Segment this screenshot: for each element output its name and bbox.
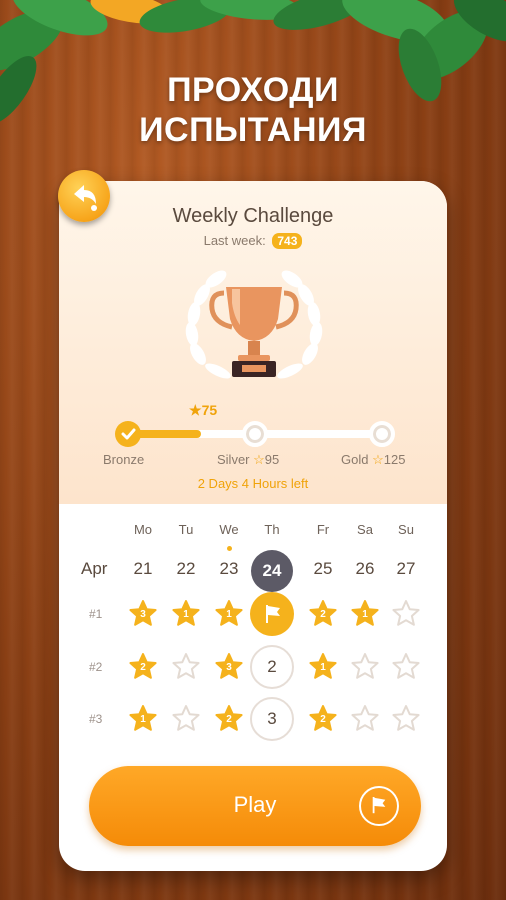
weekday-2: We: [219, 522, 239, 537]
card-header-panel: Weekly Challenge Last week: 743 ★75 Bron…: [59, 181, 447, 504]
star-count: 2: [320, 609, 326, 620]
star-icon-filled[interactable]: 1: [171, 599, 201, 629]
star-icon-filled[interactable]: 1: [308, 652, 338, 682]
star-count: 1: [362, 609, 368, 620]
date-0[interactable]: 21: [123, 559, 163, 579]
today-marker-dot: [227, 546, 232, 551]
star-icon-filled[interactable]: 2: [308, 704, 338, 734]
date-6[interactable]: 27: [386, 559, 426, 579]
weekday-1: Tu: [178, 522, 194, 537]
row-label-3: #3: [89, 712, 103, 726]
calendar-month: Apr: [81, 559, 108, 578]
star-count: 1: [320, 662, 326, 673]
card-title: Weekly Challenge: [172, 205, 334, 227]
headline: ПРОХОДИ ИСПЫТАНИЯ: [0, 70, 506, 150]
star-icon-empty[interactable]: [391, 704, 421, 734]
gold-label: Gold ☆125: [341, 452, 406, 467]
score-star-icon: ★: [189, 402, 202, 418]
row-label-2: #2: [89, 660, 103, 674]
star-icon-empty[interactable]: [350, 704, 380, 734]
weekday-0: Mo: [133, 522, 153, 537]
star-icon-empty[interactable]: [391, 652, 421, 682]
date-5[interactable]: 26: [345, 559, 385, 579]
star-count: 1: [140, 714, 146, 725]
today-level-button-3[interactable]: 3: [250, 697, 294, 741]
star-icon-empty[interactable]: [171, 652, 201, 682]
headline-line-1: ПРОХОДИ: [167, 71, 339, 109]
bronze-label: Bronze: [103, 452, 145, 467]
star-icon-filled[interactable]: 1: [350, 599, 380, 629]
star-count: 3: [140, 609, 146, 620]
time-left: 2 Days 4 Hours left: [197, 476, 309, 491]
date-4[interactable]: 25: [303, 559, 343, 579]
weekday-5: Sa: [357, 522, 373, 537]
star-icon-empty[interactable]: [171, 704, 201, 734]
weekday-6: Su: [398, 522, 414, 537]
star-icon-filled[interactable]: 1: [128, 704, 158, 734]
weekday-4: Fr: [316, 522, 330, 537]
challenge-card: Weekly Challenge Last week: 743 ★75 Bron…: [59, 181, 447, 871]
undo-arrow-icon: [74, 185, 97, 211]
star-count: 1: [226, 609, 232, 620]
gold-node: [369, 421, 395, 447]
date-today[interactable]: 24: [251, 550, 293, 592]
date-1[interactable]: 22: [166, 559, 206, 579]
star-icon-filled[interactable]: 3: [128, 599, 158, 629]
check-icon: [121, 428, 136, 440]
headline-line-2: ИСПЫТАНИЯ: [139, 111, 367, 149]
bronze-node: [115, 421, 141, 447]
silver-star-icon: ☆: [253, 452, 265, 467]
date-2[interactable]: 23: [209, 559, 249, 579]
gold-star-icon: ☆: [372, 452, 384, 467]
star-icon-empty[interactable]: [350, 652, 380, 682]
current-score: ★75: [189, 402, 218, 418]
silver-label: Silver ☆95: [217, 452, 280, 467]
star-count: 3: [226, 662, 232, 673]
today-level-button-2[interactable]: 2: [250, 645, 294, 689]
star-icon-filled[interactable]: 2: [214, 704, 244, 734]
star-count: 2: [226, 714, 232, 725]
flag-icon: [359, 786, 399, 826]
trophy-laurel-icon: [185, 270, 323, 379]
star-icon-filled[interactable]: 1: [214, 599, 244, 629]
star-icon-filled[interactable]: 2: [128, 652, 158, 682]
star-icon-filled[interactable]: 3: [214, 652, 244, 682]
star-count: 2: [140, 662, 146, 673]
star-count: 2: [320, 714, 326, 725]
calendar: Apr Mo 21 Tu 22 We 23 Th 24 Fr 25 Sa 26 Su 27 #1 3 1 1 2 1 #…: [59, 504, 447, 764]
tier-progress: ★75 Bronze Silver ☆95 Gold ☆125 2 Days 4…: [59, 396, 447, 491]
back-button[interactable]: [58, 170, 110, 222]
weekday-3: Th: [264, 522, 280, 537]
row-label-1: #1: [89, 607, 103, 621]
star-icon-filled[interactable]: 2: [308, 599, 338, 629]
silver-node: [242, 421, 268, 447]
star-count: 1: [183, 609, 189, 620]
play-button[interactable]: Play: [89, 766, 421, 846]
last-week-line: Last week: 743: [59, 233, 447, 249]
today-flag-button[interactable]: [250, 592, 294, 636]
star-icon-empty[interactable]: [391, 599, 421, 629]
app-screen: ПРОХОДИ ИСПЫТАНИЯ Weekly Challenge Last …: [0, 0, 506, 900]
last-week-badge: 743: [272, 233, 303, 249]
last-week-label: Last week:: [203, 233, 266, 248]
